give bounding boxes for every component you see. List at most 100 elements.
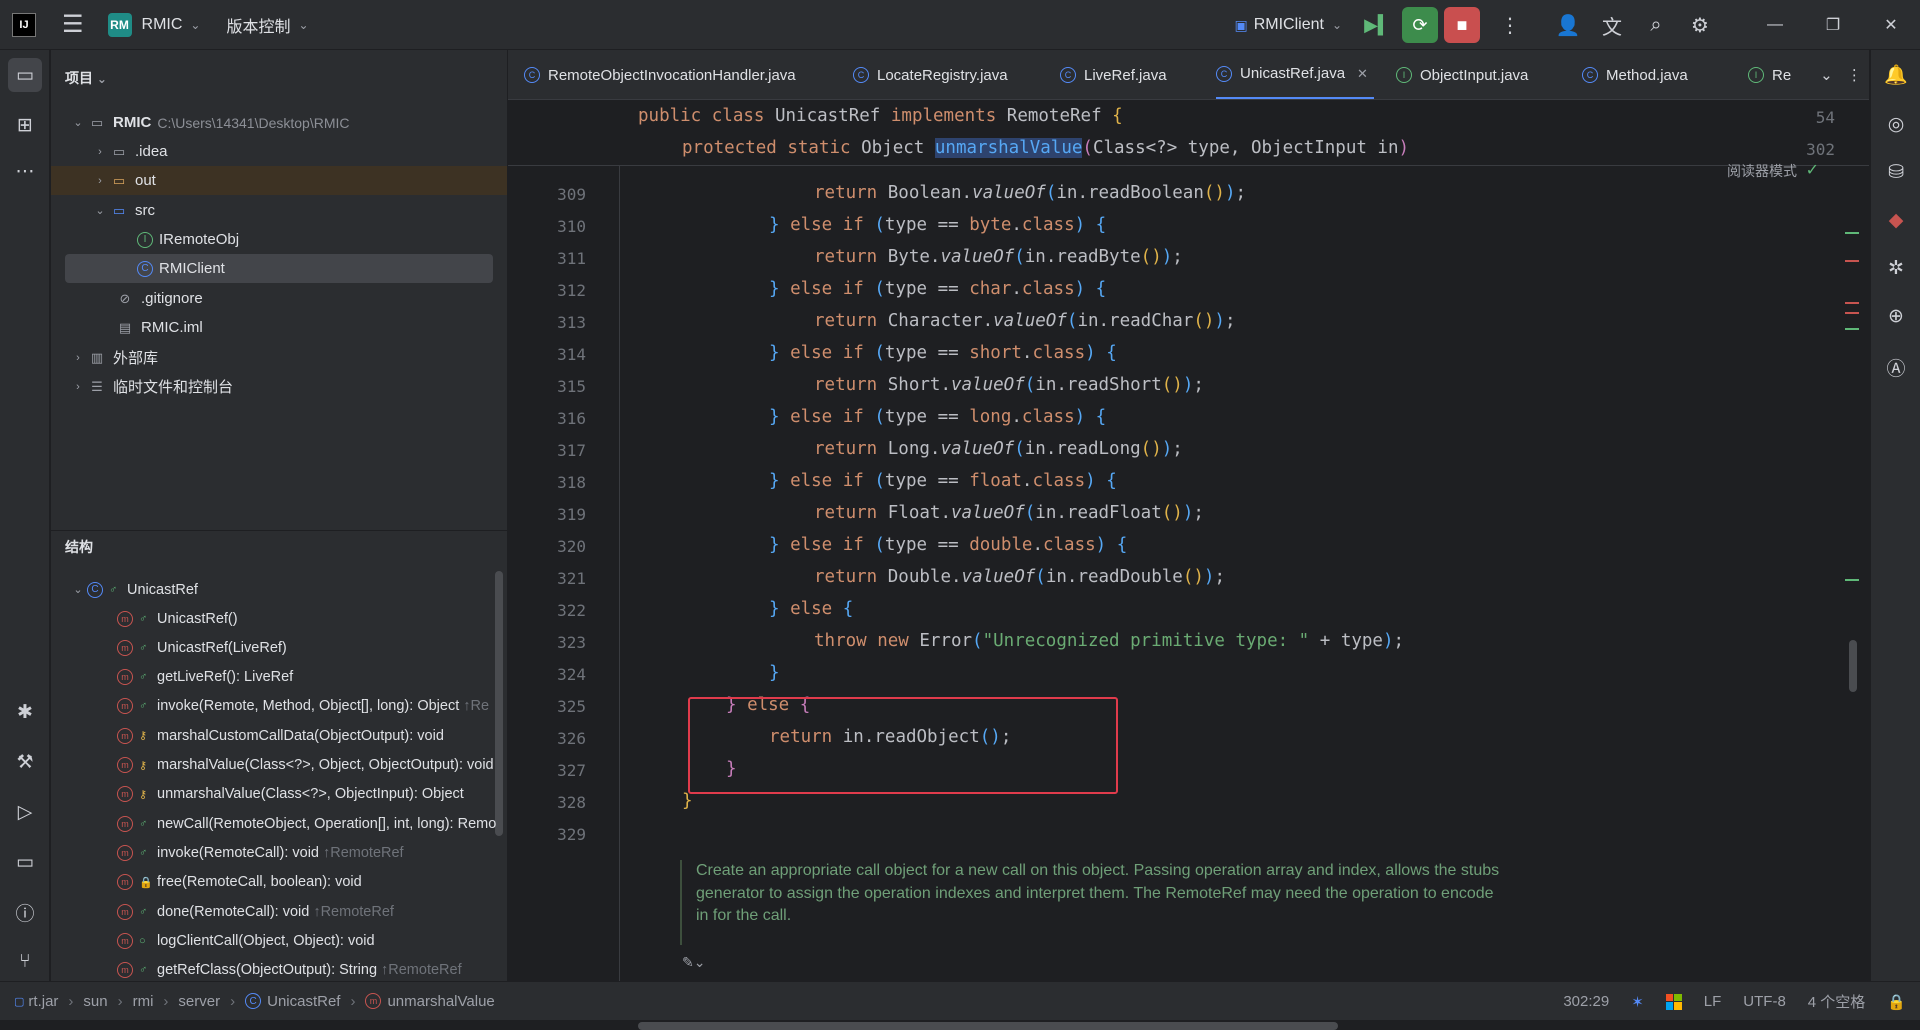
breadcrumb-item[interactable]: rmi bbox=[133, 993, 154, 1010]
tab-remoteobjectinvocationhandler[interactable]: C RemoteObjectInvocationHandler.java bbox=[524, 50, 796, 99]
problems-icon[interactable]: ⓘ bbox=[8, 895, 42, 929]
tab-locateregistry[interactable]: C LocateRegistry.java bbox=[853, 50, 1008, 99]
project-badge[interactable]: RM bbox=[107, 12, 132, 37]
doc-toggle-icon[interactable]: ✎⌄ bbox=[682, 954, 705, 971]
code-line[interactable]: } else if (type == short.class) { bbox=[769, 343, 1117, 363]
plugin-icon[interactable]: ◆ bbox=[1879, 203, 1913, 237]
structure-member[interactable]: m ⚷ marshalCustomCallData(ObjectOutput): v… bbox=[51, 721, 507, 750]
services-icon[interactable]: ▷ bbox=[8, 795, 42, 829]
indent-setting[interactable]: 4 个空格 bbox=[1808, 991, 1866, 1012]
chevron-right-icon[interactable]: › bbox=[91, 175, 109, 187]
globe-icon[interactable]: ⊕ bbox=[1879, 299, 1913, 333]
minimize-button[interactable]: — bbox=[1746, 0, 1804, 50]
project-folder-icon[interactable]: ▭ bbox=[8, 58, 42, 92]
chevron-right-icon[interactable]: › bbox=[69, 352, 87, 364]
file-encoding[interactable]: UTF-8 bbox=[1743, 993, 1786, 1010]
sticky-line-method[interactable]: protected static Object unmarshalValue(C… bbox=[682, 138, 1409, 158]
tree-item-iremoteobj[interactable]: I IRemoteObj bbox=[51, 225, 507, 254]
more-horizontal-icon[interactable]: ⋯ bbox=[8, 154, 42, 188]
tree-item-scratches[interactable]: › ☰ 临时文件和控制台 bbox=[51, 372, 507, 401]
code-line[interactable]: throw new Error("Unrecognized primitive … bbox=[814, 631, 1404, 651]
breadcrumb-item[interactable]: server bbox=[178, 993, 220, 1010]
code-line[interactable]: return Boolean.valueOf(in.readBoolean())… bbox=[814, 183, 1246, 203]
structure-member[interactable]: m ♂ newCall(RemoteObject, Operation[], int… bbox=[51, 809, 507, 838]
notifications-icon[interactable]: 🔔 bbox=[1879, 58, 1913, 92]
change-marker[interactable] bbox=[1845, 232, 1859, 234]
line-separator[interactable]: LF bbox=[1704, 993, 1722, 1010]
code-line[interactable]: return Float.valueOf(in.readFloat()); bbox=[814, 503, 1204, 523]
chevron-down-icon[interactable]: ⌄ bbox=[91, 204, 109, 217]
tree-item-iml[interactable]: ▤ RMIC.iml bbox=[51, 313, 507, 342]
more-vertical-icon[interactable]: ⋮ bbox=[1490, 5, 1530, 45]
tree-item-idea[interactable]: › ▭ .idea bbox=[51, 137, 507, 166]
breadcrumb-item[interactable]: UnicastRef bbox=[267, 993, 340, 1010]
translate-icon[interactable]: 文 bbox=[1592, 5, 1632, 45]
change-marker[interactable] bbox=[1845, 328, 1859, 330]
structure-member[interactable]: m ♂ invoke(RemoteCall): void ↑RemoteRef bbox=[51, 838, 507, 867]
code-line[interactable]: } else if (type == byte.class) { bbox=[769, 215, 1106, 235]
code-line[interactable]: return Long.valueOf(in.readLong()); bbox=[814, 439, 1183, 459]
tab-liveref[interactable]: C LiveRef.java bbox=[1060, 50, 1167, 99]
structure-member[interactable]: m ⚷ unmarshalValue(Class<?>, ObjectInput):… bbox=[51, 780, 507, 809]
code-line[interactable]: } bbox=[682, 791, 693, 811]
code-line[interactable]: } bbox=[769, 663, 780, 683]
terminal-icon[interactable]: ▭ bbox=[8, 845, 42, 879]
ai-assistant-icon[interactable]: ◎ bbox=[1879, 107, 1913, 141]
code-line[interactable]: } else if (type == long.class) { bbox=[769, 407, 1106, 427]
breadcrumb-item[interactable]: unmarshalValue bbox=[387, 993, 494, 1010]
structure-member[interactable]: m ♂ getRefClass(ObjectOutput): String ↑Remo… bbox=[51, 956, 507, 981]
code-line[interactable]: return Byte.valueOf(in.readByte()); bbox=[814, 247, 1183, 267]
restore-button[interactable]: ❐ bbox=[1804, 0, 1862, 50]
code-line[interactable]: } else if (type == float.class) { bbox=[769, 471, 1117, 491]
tree-root[interactable]: ⌄ ▭ RMIC C:\Users\14341\Desktop\RMIC bbox=[51, 108, 507, 137]
close-tab-icon[interactable]: ✕ bbox=[1357, 66, 1368, 82]
chevron-down-icon[interactable]: ⌄ bbox=[69, 583, 87, 596]
code-line[interactable]: return Character.valueOf(in.readChar()); bbox=[814, 311, 1236, 331]
structure-member[interactable]: m ♂ done(RemoteCall): void ↑RemoteRef bbox=[51, 897, 507, 926]
gear-icon[interactable]: ⚙ bbox=[1680, 5, 1720, 45]
more-vertical-icon[interactable]: ⋮ bbox=[1847, 66, 1862, 84]
chevron-down-icon[interactable]: ⌄ bbox=[190, 18, 200, 32]
structure-member[interactable]: m ♂ UnicastRef() bbox=[51, 604, 507, 633]
chevron-down-icon[interactable]: ⌄ bbox=[1820, 66, 1833, 84]
change-marker[interactable] bbox=[1845, 302, 1859, 304]
project-name[interactable]: RMIC bbox=[142, 16, 183, 34]
code-line[interactable]: return Short.valueOf(in.readShort()); bbox=[814, 375, 1204, 395]
tree-item-rmiclient[interactable]: C RMIClient bbox=[65, 254, 493, 283]
tree-item-out[interactable]: › ▭ out bbox=[51, 166, 507, 195]
copilot-icon[interactable]: ✲ bbox=[1879, 251, 1913, 285]
project-panel-title[interactable]: 项目 ⌄ bbox=[65, 68, 107, 88]
vertical-scrollbar[interactable] bbox=[1849, 640, 1857, 692]
horizontal-scrollbar[interactable] bbox=[638, 1022, 1338, 1030]
tree-item-gitignore[interactable]: ⊘ .gitignore bbox=[51, 284, 507, 313]
code-line[interactable]: } else { bbox=[769, 599, 853, 619]
change-marker[interactable] bbox=[1845, 260, 1859, 262]
code-line[interactable]: } else if (type == char.class) { bbox=[769, 279, 1106, 299]
translation-panel-icon[interactable]: Ⓐ bbox=[1879, 350, 1913, 384]
breadcrumb-item[interactable]: sun bbox=[83, 993, 107, 1010]
structure-member[interactable]: m ♂ UnicastRef(LiveRef) bbox=[51, 633, 507, 662]
main-menu-icon[interactable]: ☰ bbox=[62, 10, 84, 39]
caret-position[interactable]: 302:29 bbox=[1563, 993, 1609, 1010]
database-icon[interactable]: ⛁ bbox=[1879, 155, 1913, 189]
inspection-ok-icon[interactable]: ✓ bbox=[1806, 160, 1819, 180]
structure-member[interactable]: m 🔒 free(RemoteCall, boolean): void bbox=[51, 868, 507, 897]
structure-member[interactable]: m ⚷ marshalValue(Class<?>, Object, ObjectO… bbox=[51, 751, 507, 780]
chevron-down-icon[interactable]: ⌄ bbox=[69, 116, 87, 129]
change-marker[interactable] bbox=[1845, 579, 1859, 581]
breadcrumb-item[interactable]: rt.jar bbox=[28, 993, 58, 1010]
structure-member[interactable]: m ○ logClientCall(Object, Object): void bbox=[51, 926, 507, 955]
git-icon[interactable]: ⑂ bbox=[8, 945, 42, 979]
run-config-selector[interactable]: ▣ RMIClient ⌄ bbox=[1234, 16, 1342, 34]
debug-icon[interactable]: ✱ bbox=[8, 695, 42, 729]
chevron-right-icon[interactable]: › bbox=[91, 146, 109, 158]
code-line[interactable]: } else if (type == double.class) { bbox=[769, 535, 1127, 555]
lock-icon[interactable]: 🔒 bbox=[1887, 993, 1906, 1011]
vcs-menu[interactable]: 版本控制 bbox=[226, 13, 290, 37]
add-user-icon[interactable]: 👤 bbox=[1548, 5, 1588, 45]
tree-item-src[interactable]: ⌄ ▭ src bbox=[51, 196, 507, 225]
chevron-down-icon[interactable]: ⌄ bbox=[298, 18, 308, 32]
build-icon[interactable]: ⚒ bbox=[8, 745, 42, 779]
code-line[interactable]: return Double.valueOf(in.readDouble()); bbox=[814, 567, 1225, 587]
chevron-right-icon[interactable]: › bbox=[69, 381, 87, 393]
